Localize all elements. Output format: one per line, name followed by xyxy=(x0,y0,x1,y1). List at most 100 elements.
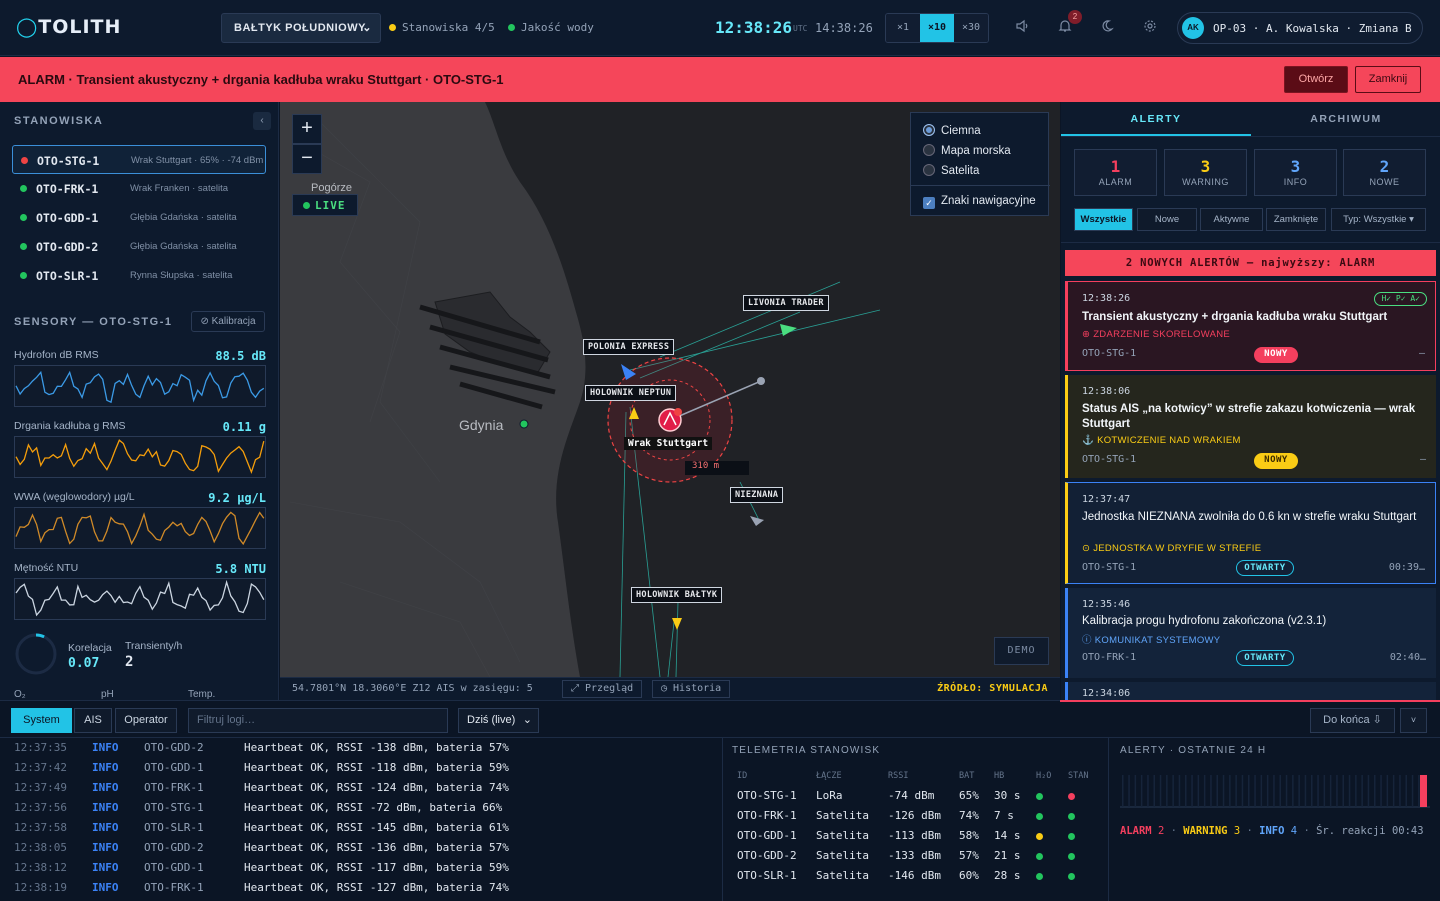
filter-button[interactable]: Nowe xyxy=(1137,208,1197,231)
log-source: OTO-SLR-1 xyxy=(144,821,204,834)
layer-dark-radio[interactable]: Ciemna xyxy=(923,124,981,137)
status-dot xyxy=(20,214,27,221)
cell-bat: 74% xyxy=(959,809,979,822)
more-button[interactable]: ˅ xyxy=(1400,708,1427,733)
close-alarm-button[interactable]: Zamknij xyxy=(1355,66,1421,93)
history-button[interactable]: ◷ Historia xyxy=(652,680,731,698)
status-dot xyxy=(508,24,515,31)
station-item[interactable]: OTO-GDD-1 Głębia Gdańska · satelita xyxy=(12,203,266,232)
counter-warning[interactable]: 3 WARNING xyxy=(1164,149,1247,196)
vessel-label[interactable]: HOLOWNIK BAŁTYK xyxy=(631,587,723,603)
wreck-label[interactable]: Wrak Stuttgart xyxy=(624,437,713,450)
station-item[interactable]: OTO-GDD-2 Głębia Gdańska · satelita xyxy=(12,232,266,261)
filter-button[interactable]: Aktywne xyxy=(1200,208,1263,231)
cell-hb: 28 s xyxy=(994,869,1021,882)
column-header[interactable]: STAN xyxy=(1068,771,1088,781)
settings-icon[interactable] xyxy=(1142,19,1158,35)
sensor-row[interactable]: Drgania kadłuba g RMS 0.11 g xyxy=(14,420,266,484)
layer-nautical-radio[interactable]: Mapa morska xyxy=(923,144,1011,157)
log-level: INFO xyxy=(92,821,119,834)
map-view[interactable]: Pogórze Gdynia + − LIVE Ciemna Mapa mors… xyxy=(280,102,1060,677)
volume-icon[interactable] xyxy=(1014,19,1030,35)
alert-time: 12:38:06 xyxy=(1082,386,1131,397)
layer-label: Mapa morska xyxy=(941,145,1011,157)
vessel-label[interactable]: POLONIA EXPRESS xyxy=(583,339,675,355)
sensor-row[interactable]: Hydrofon dB RMS 88.5 dB xyxy=(14,349,266,413)
column-header[interactable]: RSSI xyxy=(888,771,908,781)
cell-rssi: -126 dBm xyxy=(888,809,941,822)
column-header[interactable]: H₂O xyxy=(1036,771,1051,781)
filter-button[interactable]: Wszystkie xyxy=(1074,208,1133,231)
correlation-label: Korelacja xyxy=(68,642,112,654)
o2-label: O₂ xyxy=(14,689,26,700)
counter-value: 3 xyxy=(1200,157,1211,176)
alert-card[interactable]: 12:37:47 Jednostka NIEZNANA zwolniła do … xyxy=(1065,482,1436,584)
filter-button[interactable]: Zamknięte xyxy=(1266,208,1326,231)
table-row[interactable]: OTO-STG-1 LoRa -74 dBm 65% 30 s xyxy=(723,789,1108,809)
counter-info[interactable]: 3 INFO xyxy=(1254,149,1337,196)
new-alerts-banner[interactable]: 2 NOWYCH ALERTÓW — najwyższy: ALARM xyxy=(1065,250,1436,276)
vessel-label[interactable]: NIEZNANA xyxy=(730,487,784,503)
station-item[interactable]: OTO-STG-1 Wrak Stuttgart · 65% · -74 dBm xyxy=(12,145,266,174)
histogram-bar xyxy=(1191,775,1193,807)
alert-card[interactable]: 12:35:46 Kalibracja progu hydrofonu zako… xyxy=(1065,588,1436,678)
correlation-value: 0.07 xyxy=(68,656,100,671)
user-chip[interactable]: AK OP-03 · A. Kowalska · Zmiana B xyxy=(1177,12,1423,44)
tab-ais[interactable]: AIS xyxy=(74,708,112,733)
sensor-sparkline xyxy=(14,507,266,549)
nav-marks-label: Znaki nawigacyjne xyxy=(941,195,1036,207)
collapse-panel-button[interactable]: ‹ xyxy=(253,112,271,130)
open-alarm-button[interactable]: Otwórz xyxy=(1284,66,1348,93)
table-row[interactable]: OTO-FRK-1 Satelita -126 dBm 74% 7 s xyxy=(723,809,1108,829)
table-row[interactable]: OTO-SLR-1 Satelita -146 dBm 60% 28 s xyxy=(723,869,1108,889)
station-item[interactable]: OTO-SLR-1 Rynna Słupska · satelita xyxy=(12,261,266,290)
tab-alerts[interactable]: ALERTY xyxy=(1061,102,1251,136)
counter-alarm[interactable]: 1 ALARM xyxy=(1074,149,1157,196)
demo-button[interactable]: DEMO xyxy=(994,637,1049,665)
column-header[interactable]: HB xyxy=(994,771,1004,781)
overview-button[interactable]: ⤢ Przegląd xyxy=(562,680,643,698)
calibration-button[interactable]: ⊘ Kalibracja xyxy=(191,311,265,332)
zoom-out-button[interactable]: − xyxy=(292,144,322,174)
table-row[interactable]: OTO-GDD-2 Satelita -133 dBm 57% 21 s xyxy=(723,849,1108,869)
layer-satellite-radio[interactable]: Satelita xyxy=(923,164,979,177)
sensor-sparkline xyxy=(14,578,266,620)
tab-operator[interactable]: Operator xyxy=(115,708,177,733)
region-select[interactable]: BAŁTYK POŁUDNIOWY ⌄ xyxy=(221,13,381,43)
log-filter-input[interactable]: Filtruj logi… xyxy=(188,708,448,733)
station-item[interactable]: OTO-FRK-1 Wrak Franken · satelita xyxy=(12,174,266,203)
source-label: ŹRÓDŁO: SYMULACJA xyxy=(937,683,1048,694)
cell-hb: 14 s xyxy=(994,829,1021,842)
app-logo: ◯TOLITH xyxy=(16,16,122,38)
vessel-label[interactable]: LIVONIA TRADER xyxy=(743,295,829,311)
alert-card[interactable]: 12:34:06 xyxy=(1065,682,1436,700)
day-select[interactable]: Dziś (live) ⌄ xyxy=(458,708,539,733)
sensor-row[interactable]: Mętność NTU 5.8 NTU xyxy=(14,562,266,626)
column-header[interactable]: ŁĄCZE xyxy=(816,771,842,781)
filter-button[interactable]: Typ: Wszystkie ▾ xyxy=(1331,208,1426,231)
speed-x30-button[interactable]: ×30 xyxy=(954,14,988,42)
sensor-row[interactable]: WWA (węglowodory) µg/L 9.2 µg/L xyxy=(14,491,266,555)
histogram-bar xyxy=(1248,775,1250,807)
status-dot xyxy=(20,185,27,192)
station-id: OTO-STG-1 xyxy=(37,154,100,168)
column-header[interactable]: ID xyxy=(737,771,747,781)
map-footer: 54.7801°N 18.3060°E Z12 AIS w zasięgu: 5… xyxy=(280,677,1060,700)
alert-card[interactable]: 12:38:26 H✓ P✓ A✓ Transient akustyczny +… xyxy=(1065,281,1436,371)
nav-marks-checkbox[interactable]: ✓ Znaki nawigacyjne xyxy=(923,195,1036,209)
log-level: INFO xyxy=(92,881,119,894)
water-status: Jakość wody xyxy=(508,21,594,34)
alert-card[interactable]: 12:38:06 Status AIS „na kotwicy” w stref… xyxy=(1065,375,1436,478)
scroll-to-end-button[interactable]: Do końca ⇩ xyxy=(1310,708,1395,733)
table-row[interactable]: OTO-GDD-1 Satelita -113 dBm 58% 14 s xyxy=(723,829,1108,849)
tab-system[interactable]: System xyxy=(11,708,72,733)
vessel-label[interactable]: HOLOWNIK NEPTUN xyxy=(585,385,677,401)
status-dot-h2o xyxy=(1036,833,1043,840)
speed-x1-button[interactable]: ×1 xyxy=(886,14,920,42)
zoom-in-button[interactable]: + xyxy=(292,114,322,144)
tab-archive[interactable]: ARCHIWUM xyxy=(1251,102,1440,136)
column-header[interactable]: BAT xyxy=(959,771,974,781)
moon-icon[interactable] xyxy=(1099,19,1115,35)
counter-nowe[interactable]: 2 NOWE xyxy=(1343,149,1426,196)
speed-x10-button[interactable]: ×10 xyxy=(920,14,954,42)
